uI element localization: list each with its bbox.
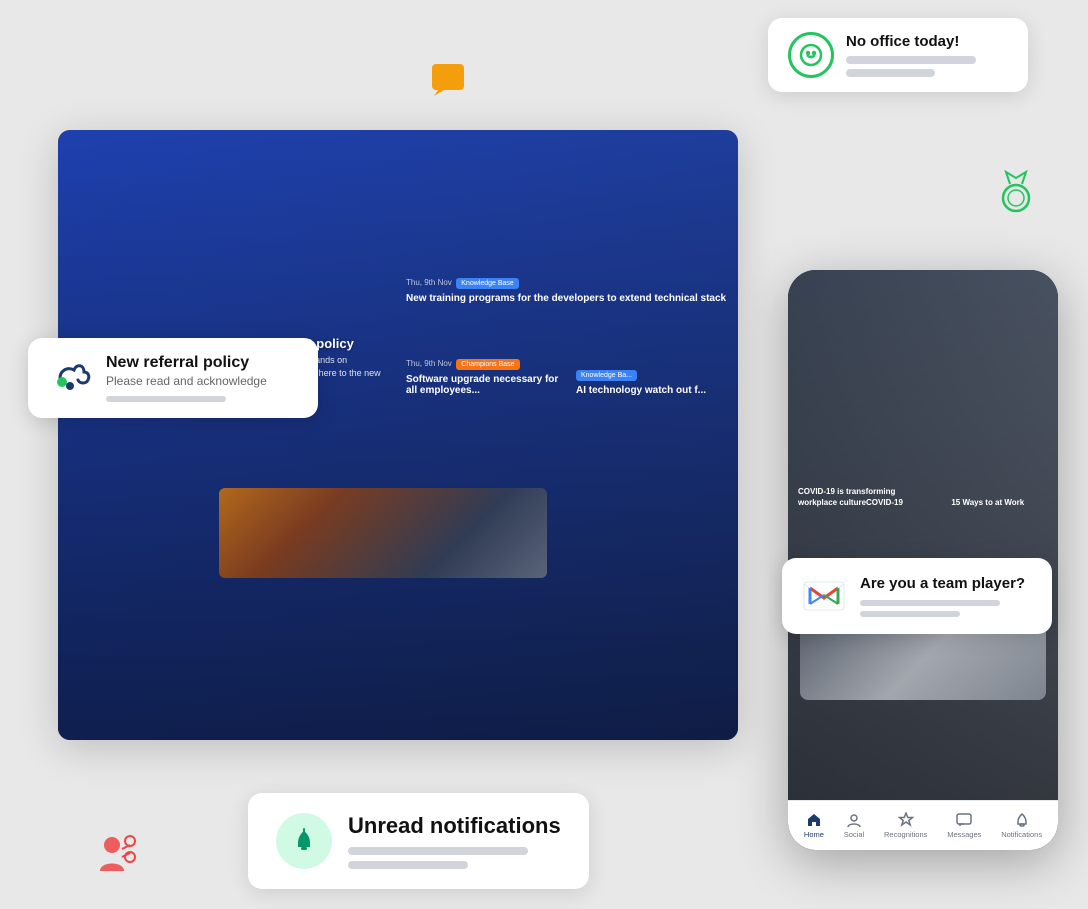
status-circle-icon bbox=[788, 32, 834, 78]
medal-icon bbox=[996, 170, 1036, 214]
mobile-bottom-social[interactable]: Social bbox=[844, 812, 864, 839]
spacepark-logo-referral bbox=[48, 356, 92, 400]
mobile-bottom-home[interactable]: Home bbox=[804, 812, 824, 839]
team-player-line2 bbox=[860, 611, 960, 617]
referral-content: New referral policy Please read and ackn… bbox=[106, 354, 267, 402]
team-player-content: Are you a team player? bbox=[860, 575, 1025, 617]
no-office-title: No office today! bbox=[846, 33, 1008, 50]
hero-bottom-left-title: Software upgrade necessary for all emplo… bbox=[406, 374, 560, 396]
feed-post-image bbox=[219, 488, 547, 578]
unread-line1 bbox=[348, 847, 528, 855]
notification-bell-icon bbox=[276, 813, 332, 869]
mobile-bottom-recognitions[interactable]: Recognitions bbox=[884, 812, 927, 839]
hero-bottom-left-date: Thu, 9th Nov bbox=[406, 359, 452, 368]
browser-window: Spacepark Home Social Recognitions bbox=[58, 130, 738, 740]
no-office-line2 bbox=[846, 69, 935, 77]
referral-subtitle: Please read and acknowledge bbox=[106, 374, 267, 388]
hero-right-top-tag: Knowledge Base bbox=[456, 278, 519, 289]
mobile-bottom-messages[interactable]: Messages bbox=[947, 812, 981, 839]
no-office-content: No office today! bbox=[846, 33, 1008, 77]
mobile-bottom-notifications[interactable]: Notifications bbox=[1001, 812, 1042, 839]
hero-right-bottom-right: Knowledge Ba... AI technology watch out … bbox=[568, 312, 738, 404]
person-share-icon bbox=[90, 827, 142, 879]
mobile-bottom-messages-label: Messages bbox=[947, 830, 981, 839]
team-player-title: Are you a team player? bbox=[860, 575, 1025, 592]
chat-bubble-icon bbox=[430, 62, 466, 96]
hero-bottom-left-tag: Champions Base bbox=[456, 359, 519, 370]
card-team-player: Are you a team player? bbox=[782, 558, 1052, 634]
hero-right-top-date: Thu, 9th Nov bbox=[406, 278, 452, 287]
team-player-line1 bbox=[860, 600, 1000, 606]
hero-right-top-title: New training programs for the developers… bbox=[406, 293, 730, 304]
unread-title: Unread notifications bbox=[348, 813, 561, 839]
mobile-bottom-notifications-label: Notifications bbox=[1001, 830, 1042, 839]
no-office-line1 bbox=[846, 56, 976, 64]
mobile-bottom-home-label: Home bbox=[804, 830, 824, 839]
hero-bottom-right-tag: Knowledge Ba... bbox=[576, 370, 637, 381]
card-no-office: No office today! bbox=[768, 18, 1028, 92]
mobile-bottom-recognitions-label: Recognitions bbox=[884, 830, 927, 839]
unread-content: Unread notifications bbox=[348, 813, 561, 869]
mobile-hero-left-title: COVID-19 is transforming workplace cultu… bbox=[798, 487, 933, 508]
mobile-bottom-social-label: Social bbox=[844, 830, 864, 839]
gmail-icon bbox=[802, 574, 846, 618]
referral-line bbox=[106, 396, 226, 402]
mobile-bottom-bar: Home Social Recognitions Messages Notifi… bbox=[788, 800, 1058, 850]
card-unread-notifications: Unread notifications bbox=[248, 793, 589, 889]
hero-right-panel: Thu, 9th Nov Knowledge Base New training… bbox=[398, 204, 738, 404]
mobile-content-area: News Your Stories Knowledge Base Leaderb… bbox=[788, 333, 1058, 710]
hero-right-bottom: Thu, 9th Nov Champions Base Software upg… bbox=[398, 312, 738, 404]
card-referral: New referral policy Please read and ackn… bbox=[28, 338, 318, 418]
mobile-hero-right-image: 15 Ways to at Work bbox=[943, 411, 1056, 516]
mobile-hero-right-title: 15 Ways to at Work bbox=[951, 498, 1048, 508]
mobile-hero-images: COVID-19 is transforming workplace cultu… bbox=[788, 411, 1058, 516]
hero-bottom-right-title: AI technology watch out f... bbox=[576, 385, 730, 396]
referral-title: New referral policy bbox=[106, 354, 267, 372]
unread-line2 bbox=[348, 861, 468, 869]
